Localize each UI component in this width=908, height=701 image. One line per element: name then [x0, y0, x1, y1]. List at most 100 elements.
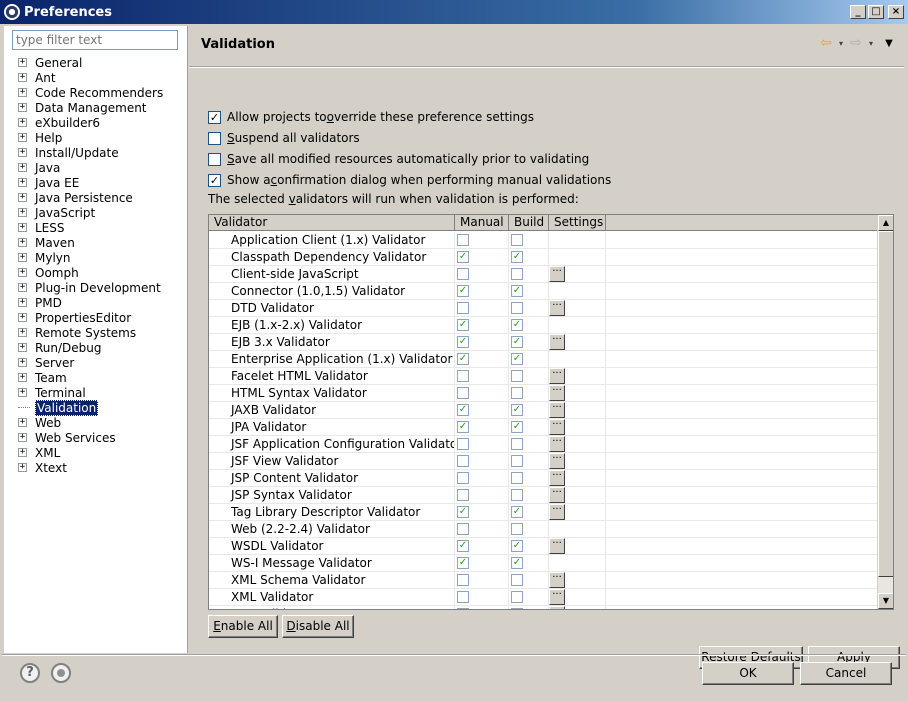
manual-checkbox[interactable]	[457, 268, 469, 280]
tree-item-data-management[interactable]: + Data Management	[18, 100, 163, 115]
disable-all-button[interactable]: Disable All	[282, 615, 354, 638]
manual-checkbox[interactable]	[457, 455, 469, 467]
expand-icon[interactable]: +	[18, 73, 27, 82]
settings-button[interactable]: ···	[549, 470, 565, 486]
expand-icon[interactable]: +	[18, 178, 27, 187]
expand-icon[interactable]: +	[18, 388, 27, 397]
build-checkbox[interactable]	[511, 472, 523, 484]
manual-checkbox[interactable]	[457, 523, 469, 535]
manual-checkbox[interactable]: ✓	[457, 557, 469, 569]
table-row[interactable]: HTML Syntax Validator ···	[209, 385, 878, 402]
column-header-validator[interactable]: Validator	[209, 215, 455, 231]
build-checkbox[interactable]: ✓	[511, 404, 523, 416]
expand-icon[interactable]: +	[18, 163, 27, 172]
tree-item-web[interactable]: + Web	[18, 415, 163, 430]
table-row[interactable]: Application Client (1.x) Validator	[209, 232, 878, 249]
table-row[interactable]: JSF Application Configuration Validator ·…	[209, 436, 878, 453]
table-row[interactable]: DTD Validator ···	[209, 300, 878, 317]
expand-icon[interactable]: +	[18, 118, 27, 127]
expand-icon[interactable]: +	[18, 238, 27, 247]
option-checkbox-3[interactable]: ✓ Show a c onfirmation dialog when perform…	[208, 172, 611, 188]
expand-icon[interactable]: +	[18, 418, 27, 427]
back-history-dropdown[interactable]: ▾	[836, 39, 846, 48]
ok-button[interactable]: OK	[702, 662, 794, 685]
table-row[interactable]: Enterprise Application (1.x) Validator ✓ ✓	[209, 351, 878, 368]
tree-item-propertieseditor[interactable]: + PropertiesEditor	[18, 310, 163, 325]
expand-icon[interactable]: +	[18, 298, 27, 307]
settings-button[interactable]: ···	[549, 368, 565, 384]
table-row[interactable]: JAXB Validator ✓ ✓ ···	[209, 402, 878, 419]
expand-icon[interactable]: +	[18, 343, 27, 352]
settings-button[interactable]: ···	[549, 300, 565, 316]
tree-item-run-debug[interactable]: + Run/Debug	[18, 340, 163, 355]
filter-input[interactable]	[12, 30, 178, 50]
scroll-down-button[interactable]: ▼	[878, 593, 893, 609]
cancel-button[interactable]: Cancel	[800, 662, 892, 685]
view-menu-icon[interactable]: ▼	[882, 38, 896, 49]
tree-item-java-persistence[interactable]: + Java Persistence	[18, 190, 163, 205]
table-row[interactable]: JSF View Validator ···	[209, 453, 878, 470]
tree-item-web-services[interactable]: + Web Services	[18, 430, 163, 445]
table-row[interactable]: WS-I Message Validator ✓ ✓	[209, 555, 878, 572]
scroll-thumb[interactable]	[878, 231, 893, 577]
settings-button[interactable]: ···	[549, 487, 565, 503]
expand-icon[interactable]: +	[18, 133, 27, 142]
maximize-button[interactable]: □	[868, 5, 884, 19]
expand-icon[interactable]: +	[18, 373, 27, 382]
enable-all-button[interactable]: Enable All	[208, 615, 278, 638]
column-header-build[interactable]: Build	[509, 215, 549, 231]
expand-icon[interactable]: +	[18, 148, 27, 157]
table-row[interactable]: XSL Validator ···	[209, 606, 878, 609]
table-row[interactable]: Facelet HTML Validator ···	[209, 368, 878, 385]
expand-icon[interactable]: +	[18, 223, 27, 232]
tree-item-exbuilder6[interactable]: + eXbuilder6	[18, 115, 163, 130]
option-checkbox-1[interactable]: Suspend all validators	[208, 130, 360, 146]
table-row[interactable]: WSDL Validator ✓ ✓ ···	[209, 538, 878, 555]
tree-item-less[interactable]: + LESS	[18, 220, 163, 235]
settings-button[interactable]: ···	[549, 504, 565, 520]
tree-item-java-ee[interactable]: + Java EE	[18, 175, 163, 190]
expand-icon[interactable]: +	[18, 268, 27, 277]
manual-checkbox[interactable]	[457, 370, 469, 382]
build-checkbox[interactable]	[511, 608, 523, 609]
tree-item-javascript[interactable]: + JavaScript	[18, 205, 163, 220]
tree-item-xtext[interactable]: + Xtext	[18, 460, 163, 475]
manual-checkbox[interactable]: ✓	[457, 421, 469, 433]
build-checkbox[interactable]: ✓	[511, 251, 523, 263]
expand-icon[interactable]: +	[18, 58, 27, 67]
settings-button[interactable]: ···	[549, 538, 565, 554]
settings-button[interactable]: ···	[549, 589, 565, 605]
build-checkbox[interactable]	[511, 302, 523, 314]
manual-checkbox[interactable]	[457, 472, 469, 484]
manual-checkbox[interactable]	[457, 608, 469, 609]
tree-item-help[interactable]: + Help	[18, 130, 163, 145]
table-row[interactable]: Classpath Dependency Validator ✓ ✓	[209, 249, 878, 266]
settings-button[interactable]: ···	[549, 385, 565, 401]
build-checkbox[interactable]	[511, 268, 523, 280]
unchecked-checkbox-icon[interactable]	[208, 131, 221, 145]
settings-button[interactable]: ···	[549, 436, 565, 452]
manual-checkbox[interactable]: ✓	[457, 319, 469, 331]
tree-item-mylyn[interactable]: + Mylyn	[18, 250, 163, 265]
tree-item-server[interactable]: + Server	[18, 355, 163, 370]
table-row[interactable]: XML Validator ···	[209, 589, 878, 606]
expand-icon[interactable]: +	[18, 463, 27, 472]
expand-icon[interactable]: +	[18, 358, 27, 367]
manual-checkbox[interactable]	[457, 574, 469, 586]
table-row[interactable]: Tag Library Descriptor Validator ✓ ✓ ···	[209, 504, 878, 521]
close-button[interactable]: ×	[888, 5, 904, 19]
tree-item-plug-in-development[interactable]: + Plug-in Development	[18, 280, 163, 295]
build-checkbox[interactable]	[511, 489, 523, 501]
tree-item-remote-systems[interactable]: + Remote Systems	[18, 325, 163, 340]
forward-history-dropdown[interactable]: ▾	[866, 39, 876, 48]
table-row[interactable]: EJB 3.x Validator ✓ ✓ ···	[209, 334, 878, 351]
table-row[interactable]: EJB (1.x-2.x) Validator ✓ ✓	[209, 317, 878, 334]
settings-button[interactable]: ···	[549, 572, 565, 588]
back-arrow-icon[interactable]: ⇦	[818, 35, 834, 51]
build-checkbox[interactable]	[511, 438, 523, 450]
build-checkbox[interactable]	[511, 591, 523, 603]
build-checkbox[interactable]: ✓	[511, 557, 523, 569]
help-icon[interactable]: ?	[20, 663, 40, 683]
manual-checkbox[interactable]: ✓	[457, 506, 469, 518]
record-icon[interactable]	[51, 663, 71, 683]
